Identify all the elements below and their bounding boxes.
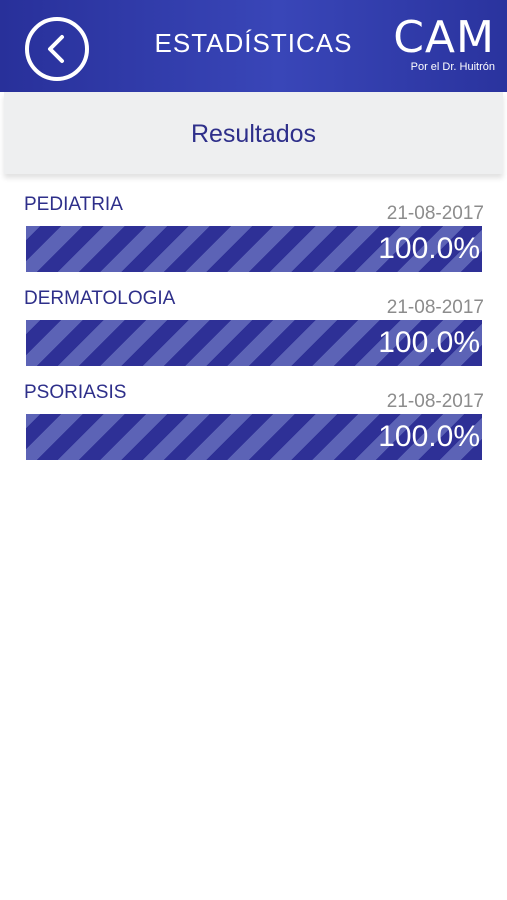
progress-bar: 100.0% (26, 414, 482, 460)
result-date: 21-08-2017 (386, 391, 484, 412)
progress-value: 100.0% (378, 420, 480, 453)
brand-logo: CAM Por el Dr. Huitrón (387, 16, 495, 76)
logo-wordmark: CAM (393, 12, 495, 63)
result-date: 21-08-2017 (386, 297, 484, 318)
result-date: 21-08-2017 (386, 203, 484, 224)
progress-bar: 100.0% (26, 320, 482, 366)
result-name: PEDIATRIA (24, 194, 123, 215)
result-name: DERMATOLOGIA (24, 288, 176, 309)
progress-bar: 100.0% (26, 226, 482, 272)
result-name: PSORIASIS (24, 382, 127, 403)
app-header: ESTADÍSTICAS CAM Por el Dr. Huitrón (0, 0, 507, 92)
section-title: Resultados (190, 120, 317, 148)
section-header: Resultados (4, 92, 503, 174)
progress-value: 100.0% (378, 232, 480, 265)
progress-value: 100.0% (378, 326, 480, 359)
